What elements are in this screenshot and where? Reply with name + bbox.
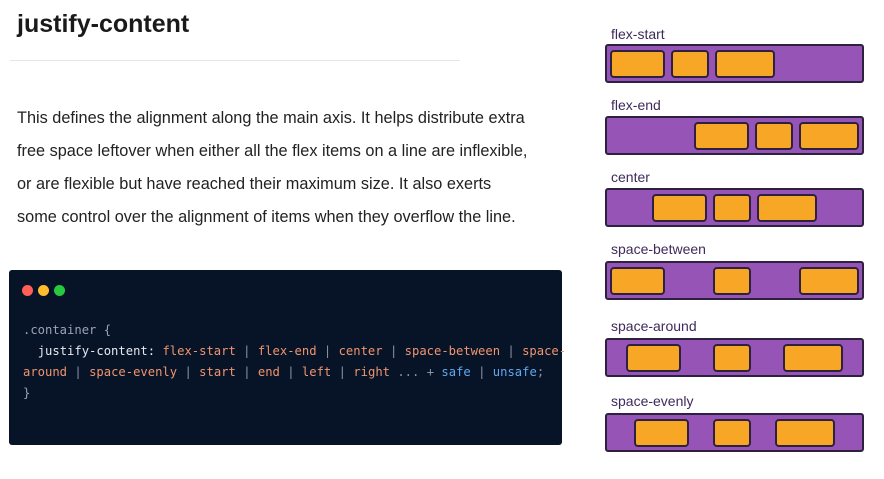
flex-item [652,193,707,222]
diagram-label-center: center [611,169,650,185]
flex-item [713,343,751,372]
flex-container-center [605,188,864,227]
flex-item [755,121,793,150]
code-value: start [199,365,236,379]
code-keyword-safe: safe [441,365,471,379]
flex-item [783,343,843,372]
code-separator: | [243,365,251,379]
code-separator: | [184,365,192,379]
code-separator: | [243,344,251,358]
flex-item [694,121,749,150]
code-value: flex-start [162,344,236,358]
code-separator: | [478,365,486,379]
code-value: around [23,365,68,379]
page-title: justify-content [17,10,190,38]
justify-content-diagrams: flex-start flex-end center space-between… [600,0,884,479]
code-value: space- [522,344,567,358]
code-separator: | [74,365,82,379]
flex-item [713,266,751,295]
flex-container-flex-start [605,44,864,83]
flex-item [775,418,835,447]
flex-item [610,49,665,78]
flex-item [713,193,751,222]
flex-item [626,343,681,372]
code-close-brace: } [23,386,31,400]
description-paragraph: This defines the alignment along the mai… [17,102,577,234]
flex-container-flex-end [605,116,864,155]
code-value: right [353,365,390,379]
window-controls [22,285,65,296]
code-separator: | [323,344,332,358]
code-value: flex-end [257,344,317,358]
window-close-dot [22,285,33,296]
diagram-label-flex-end: flex-end [611,97,661,113]
code-property: justify-content: [37,344,156,358]
code-value: left [301,365,332,379]
flex-container-space-around [605,338,864,377]
code-separator: | [389,344,398,358]
flex-item [715,49,775,78]
code-value: space-between [404,344,501,358]
flex-item [799,266,859,295]
code-separator: | [507,344,515,358]
description-line: free space leftover when either all the … [17,142,528,160]
flex-item [713,418,751,447]
code-semicolon: ; [536,365,545,379]
code-value: center [338,344,383,358]
diagram-label-flex-start: flex-start [611,26,665,42]
code-ellipsis: ... [397,365,420,379]
flex-item [610,266,665,295]
description-line: or are flexible but have reached their m… [17,175,492,193]
flex-item [757,193,817,222]
description-line: This defines the alignment along the mai… [17,109,525,127]
title-divider [10,60,460,61]
code-selector: .container { [23,323,112,337]
flex-item [671,49,709,78]
window-minimize-dot [38,285,49,296]
code-separator: | [287,365,295,379]
code-value: space-evenly [89,365,178,379]
code-value: end [257,365,280,379]
code-block: .container { justify-content: flex-start… [23,320,566,404]
diagram-label-space-between: space-between [611,241,706,257]
diagram-label-space-evenly: space-evenly [611,393,694,409]
flex-item [634,418,689,447]
code-plus: + [426,365,435,379]
window-maximize-dot [54,285,65,296]
code-keyword-unsafe: unsafe [492,365,537,379]
description-line: some control over the alignment of items… [17,208,516,226]
code-snippet-window: .container { justify-content: flex-start… [9,270,566,445]
flex-container-space-between [605,261,864,300]
flex-item [799,121,859,150]
code-separator: | [338,365,346,379]
diagram-label-space-around: space-around [611,318,697,334]
flex-container-space-evenly [605,413,864,452]
